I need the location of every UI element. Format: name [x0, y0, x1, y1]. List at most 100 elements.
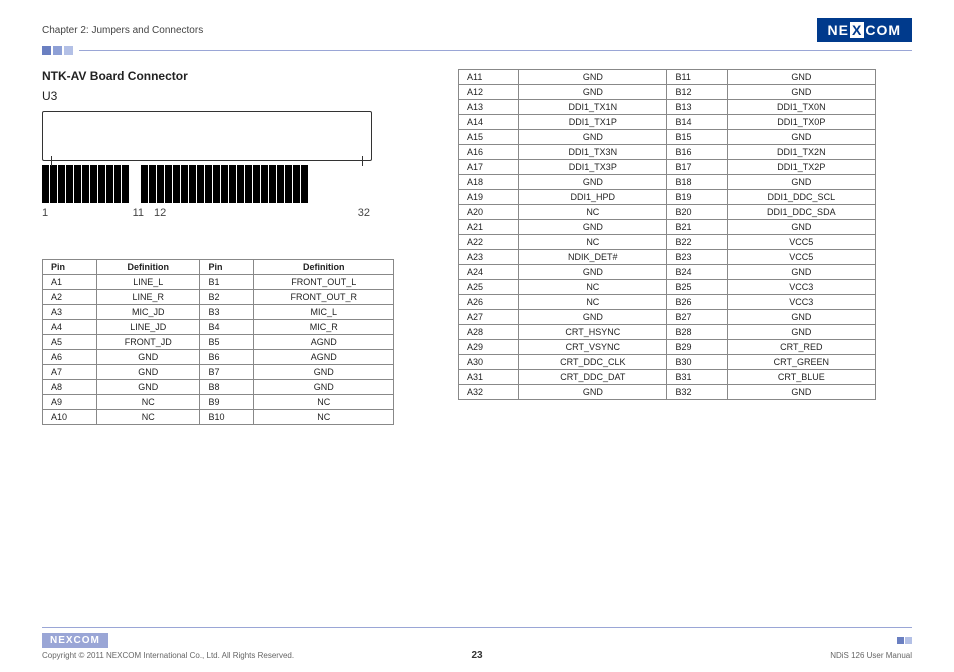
- table-row: A7GNDB7GND: [43, 365, 394, 380]
- table-row: A4LINE_JDB4MIC_R: [43, 320, 394, 335]
- table-cell: DDI1_TX0P: [727, 115, 875, 130]
- table-cell: B32: [667, 385, 727, 400]
- table-cell: A12: [459, 85, 519, 100]
- table-row: A30CRT_DDC_CLKB30CRT_GREEN: [459, 355, 876, 370]
- table-cell: GND: [727, 310, 875, 325]
- table-row: A18GNDB18GND: [459, 175, 876, 190]
- table-cell: A11: [459, 70, 519, 85]
- table-cell: CRT_RED: [727, 340, 875, 355]
- table-cell: A9: [43, 395, 97, 410]
- table-cell: A17: [459, 160, 519, 175]
- table-cell: A14: [459, 115, 519, 130]
- table-cell: B28: [667, 325, 727, 340]
- table-cell: AGND: [254, 335, 394, 350]
- table-cell: DDI1_TX1P: [519, 115, 667, 130]
- table-cell: B22: [667, 235, 727, 250]
- table-cell: B20: [667, 205, 727, 220]
- table-row: A31CRT_DDC_DATB31CRT_BLUE: [459, 370, 876, 385]
- column-header: Pin: [43, 260, 97, 275]
- table-cell: DDI1_TX2P: [727, 160, 875, 175]
- table-cell: GND: [254, 380, 394, 395]
- table-cell: B4: [200, 320, 254, 335]
- table-cell: NC: [97, 395, 200, 410]
- table-cell: A28: [459, 325, 519, 340]
- table-cell: B29: [667, 340, 727, 355]
- table-cell: GND: [727, 325, 875, 340]
- table-cell: A23: [459, 250, 519, 265]
- table-cell: NDIK_DET#: [519, 250, 667, 265]
- table-row: A3MIC_JDB3MIC_L: [43, 305, 394, 320]
- table-cell: B31: [667, 370, 727, 385]
- table-cell: GND: [727, 385, 875, 400]
- pin-group-12-32: [141, 165, 308, 203]
- table-cell: B12: [667, 85, 727, 100]
- table-cell: GND: [727, 220, 875, 235]
- table-row: A8GNDB8GND: [43, 380, 394, 395]
- table-cell: A13: [459, 100, 519, 115]
- table-cell: A7: [43, 365, 97, 380]
- table-cell: GND: [519, 310, 667, 325]
- table-cell: CRT_HSYNC: [519, 325, 667, 340]
- brand-logo: NEXCOM: [817, 18, 912, 42]
- table-cell: VCC5: [727, 235, 875, 250]
- pin-labels: 1 11 12 32: [42, 207, 372, 219]
- table-cell: A19: [459, 190, 519, 205]
- table-cell: A3: [43, 305, 97, 320]
- table-row: A17DDI1_TX3PB17DDI1_TX2P: [459, 160, 876, 175]
- table-row: A13DDI1_TX1NB13DDI1_TX0N: [459, 100, 876, 115]
- table-cell: DDI1_TX0N: [727, 100, 875, 115]
- table-cell: NC: [519, 235, 667, 250]
- table-cell: B17: [667, 160, 727, 175]
- table-cell: GND: [519, 85, 667, 100]
- chapter-title: Chapter 2: Jumpers and Connectors: [42, 25, 203, 36]
- table-cell: A18: [459, 175, 519, 190]
- table-cell: A30: [459, 355, 519, 370]
- table-row: A1LINE_LB1FRONT_OUT_L: [43, 275, 394, 290]
- table-cell: B2: [200, 290, 254, 305]
- table-cell: VCC3: [727, 280, 875, 295]
- table-cell: FRONT_OUT_R: [254, 290, 394, 305]
- table-cell: NC: [97, 410, 200, 425]
- table-cell: B7: [200, 365, 254, 380]
- page-header: Chapter 2: Jumpers and Connectors NEXCOM: [42, 18, 912, 42]
- table-cell: A8: [43, 380, 97, 395]
- table-cell: A24: [459, 265, 519, 280]
- table-row: A28CRT_HSYNCB28GND: [459, 325, 876, 340]
- table-row: A15GNDB15GND: [459, 130, 876, 145]
- table-row: A25NCB25VCC3: [459, 280, 876, 295]
- table-cell: B6: [200, 350, 254, 365]
- table-cell: B23: [667, 250, 727, 265]
- table-row: A23NDIK_DET#B23VCC5: [459, 250, 876, 265]
- decorative-squares: [42, 46, 73, 55]
- section-title: NTK-AV Board Connector: [42, 69, 422, 83]
- table-row: A24GNDB24GND: [459, 265, 876, 280]
- table-cell: LINE_R: [97, 290, 200, 305]
- table-cell: DDI1_HPD: [519, 190, 667, 205]
- table-cell: VCC5: [727, 250, 875, 265]
- table-cell: GND: [727, 85, 875, 100]
- table-row: A32GNDB32GND: [459, 385, 876, 400]
- table-cell: CRT_DDC_DAT: [519, 370, 667, 385]
- table-cell: NC: [519, 280, 667, 295]
- table-cell: GND: [519, 265, 667, 280]
- column-header: Pin: [200, 260, 254, 275]
- table-cell: GND: [727, 265, 875, 280]
- table-row: A12GNDB12GND: [459, 85, 876, 100]
- table-row: A19DDI1_HPDB19DDI1_DDC_SCL: [459, 190, 876, 205]
- pin-label-11: 11: [64, 207, 144, 219]
- table-cell: GND: [519, 220, 667, 235]
- column-header: Definition: [254, 260, 394, 275]
- table-header-row: PinDefinitionPinDefinition: [43, 260, 394, 275]
- table-cell: A31: [459, 370, 519, 385]
- table-cell: FRONT_OUT_L: [254, 275, 394, 290]
- table-cell: GND: [727, 70, 875, 85]
- table-cell: A21: [459, 220, 519, 235]
- table-cell: GND: [519, 385, 667, 400]
- table-cell: MIC_L: [254, 305, 394, 320]
- table-cell: GND: [519, 175, 667, 190]
- table-cell: B10: [200, 410, 254, 425]
- pin-label-1: 1: [42, 207, 64, 219]
- table-cell: GND: [727, 175, 875, 190]
- table-row: A5FRONT_JDB5AGND: [43, 335, 394, 350]
- connector-outline: [42, 111, 372, 161]
